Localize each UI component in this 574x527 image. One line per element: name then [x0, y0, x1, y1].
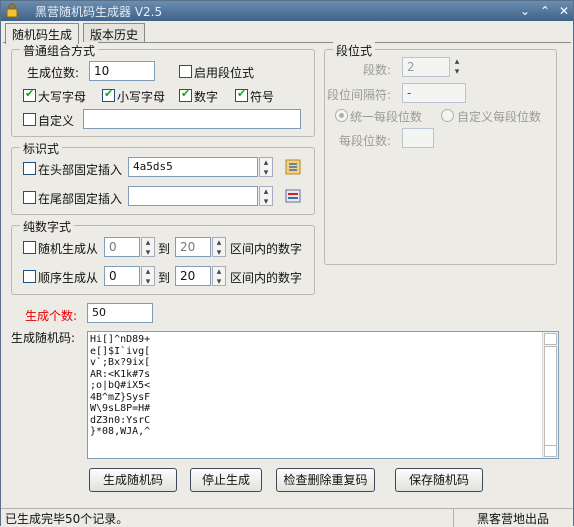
tab-version-history[interactable]: 版本历史 [83, 23, 146, 43]
sequential-range-checkbox[interactable] [23, 270, 36, 283]
lowercase-label: 小写字母 [117, 90, 166, 104]
status-bar: 已生成完毕50个记录。 黑客营地出品 [1, 508, 573, 527]
window-title: 黑营随机码生成器 V2.5 [35, 5, 163, 19]
marker-legend: 标识式 [20, 140, 63, 157]
pure-number-legend: 纯数字式 [20, 218, 75, 235]
tail-insert-dropdown[interactable]: ▴ ▾ [259, 186, 273, 207]
count-label: 生成个数: [25, 309, 78, 323]
custom-each-segment-label: 自定义每段位数 [457, 110, 542, 124]
output-line: AR:<K1k#7s [90, 368, 151, 380]
symbols-label: 符号 [250, 90, 275, 104]
custom-chars-checkbox[interactable] [23, 113, 36, 126]
random-range-suffix: 区间内的数字 [230, 242, 303, 256]
list-remove-icon[interactable] [284, 187, 302, 205]
enable-segment-checkbox[interactable] [179, 65, 192, 78]
tail-insert-input[interactable] [128, 186, 258, 206]
head-insert-label: 在头部固定插入 [38, 163, 123, 177]
generate-button[interactable]: 生成随机码 [89, 468, 177, 492]
uppercase-checkbox[interactable] [23, 87, 36, 102]
per-segment-input[interactable] [402, 128, 434, 148]
segments-input[interactable]: 2 [402, 57, 450, 77]
custom-chars-input[interactable] [83, 109, 301, 129]
output-label: 生成随机码: [11, 331, 76, 345]
sequential-range-suffix: 区间内的数字 [230, 271, 303, 285]
sequential-from-spinner[interactable]: ▴ ▾ [141, 266, 155, 287]
random-range-label: 随机生成从 [38, 242, 99, 256]
segment-group: 段位式 [324, 42, 557, 265]
random-from-spinner[interactable]: ▴ ▾ [141, 237, 155, 258]
normal-combination-legend: 普通组合方式 [20, 42, 99, 59]
status-message: 已生成完毕50个记录。 [5, 512, 129, 526]
output-line: W\9sL8P=H# [90, 403, 151, 414]
symbols-checkbox[interactable] [235, 87, 248, 102]
sequential-range-label: 顺序生成从 [38, 271, 99, 285]
title-bar: 黑营随机码生成器 V2.5 ⌄ ⌃ ✕ [1, 1, 573, 21]
tab-bar: 随机码生成 版本历史 [3, 23, 573, 44]
segments-spinner[interactable]: ▴ ▾ [451, 57, 463, 77]
output-line: Hi[]^nD89+ [90, 334, 151, 345]
scroll-thumb[interactable] [544, 346, 557, 446]
scroll-down-arrow[interactable] [544, 445, 557, 457]
tail-insert-checkbox[interactable] [23, 191, 36, 204]
chevron-down-icon[interactable]: ⌄ [517, 3, 533, 19]
uniform-segment-radio[interactable] [335, 109, 348, 122]
uniform-segment-label: 统一每段位数 [350, 110, 423, 124]
count-input[interactable]: 50 [87, 303, 153, 323]
digits-label: 生成位数: [27, 66, 80, 80]
output-line: ;o|bQ#iX5< [90, 380, 151, 391]
output-line: 4B^mZ}SysF [90, 391, 151, 403]
enable-segment-label: 启用段位式 [194, 66, 255, 80]
close-icon[interactable]: ✕ [556, 3, 572, 19]
output-textarea[interactable]: Hi[]^nD89+ e[]$I`ivg[ v`;Bx?9ix[ AR:<K1k… [87, 331, 559, 459]
output-line: v`;Bx?9ix[ [90, 357, 151, 368]
output-line: }*08,WJA,^ [90, 426, 151, 437]
stop-button[interactable]: 停止生成 [190, 468, 262, 492]
per-segment-label: 每段位数: [339, 134, 392, 148]
random-to-spinner[interactable]: ▴ ▾ [212, 237, 226, 258]
numbers-label: 数字 [194, 90, 219, 104]
sequential-to-word: 到 [158, 271, 171, 285]
output-line: e[]$I`ivg[ [90, 345, 151, 357]
custom-each-segment-radio[interactable] [441, 109, 454, 122]
sequential-to-spinner[interactable]: ▴ ▾ [212, 266, 226, 287]
separator-label: 段位间隔符: [327, 88, 392, 102]
random-to-word: 到 [158, 242, 171, 256]
status-divider [453, 509, 454, 527]
tab-generate-label: 随机码生成 [12, 28, 73, 42]
tail-insert-label: 在尾部固定插入 [38, 192, 123, 206]
status-credit: 黑客营地出品 [477, 512, 550, 526]
separator-input[interactable]: - [402, 83, 466, 103]
head-insert-dropdown[interactable]: ▴ ▾ [259, 157, 273, 178]
lowercase-checkbox[interactable] [102, 87, 115, 102]
tab-generate[interactable]: 随机码生成 [5, 23, 80, 44]
segment-legend: 段位式 [333, 42, 376, 59]
digits-input[interactable]: 10 [89, 61, 155, 81]
head-insert-input[interactable]: 4a5ds5 [128, 157, 258, 177]
output-line: dZ3n0:YsrC [90, 414, 151, 426]
list-add-icon[interactable] [284, 158, 302, 176]
output-scrollbar[interactable] [542, 332, 558, 458]
dedupe-button[interactable]: 检查删除重复码 [276, 468, 375, 492]
save-button[interactable]: 保存随机码 [395, 468, 483, 492]
head-insert-checkbox[interactable] [23, 162, 36, 175]
uppercase-label: 大写字母 [38, 90, 87, 104]
scroll-up-arrow[interactable] [544, 333, 557, 345]
random-from-input[interactable]: 0 [104, 237, 140, 257]
numbers-checkbox[interactable] [179, 87, 192, 102]
custom-chars-label: 自定义 [38, 114, 75, 128]
segments-label: 段数: [363, 63, 392, 77]
sequential-from-input[interactable]: 0 [104, 266, 140, 286]
lock-icon [6, 3, 18, 17]
random-range-checkbox[interactable] [23, 241, 36, 254]
sequential-to-input[interactable]: 20 [175, 266, 211, 286]
random-to-input[interactable]: 20 [175, 237, 211, 257]
main-window: 黑营随机码生成器 V2.5 ⌄ ⌃ ✕ 随机码生成 版本历史 普通组合方式 生成… [0, 0, 574, 527]
tab-version-history-label: 版本历史 [90, 28, 139, 42]
chevron-up-icon[interactable]: ⌃ [537, 3, 553, 19]
